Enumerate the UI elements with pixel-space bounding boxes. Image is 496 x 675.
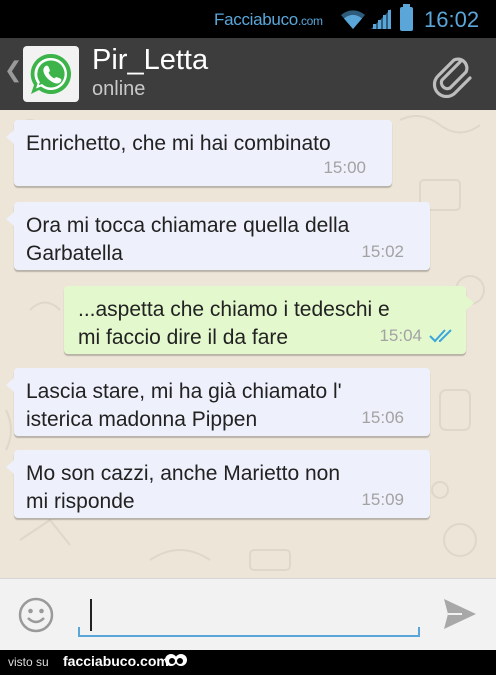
wifi-icon [341,10,365,29]
status-time: 16:02 [424,7,480,32]
chat-header: ❮ Pir_Letta online [0,38,496,110]
message-text: Ora mi tocca chiamare quella della Garba… [26,214,350,265]
chevron-left-icon[interactable]: ❮ [4,58,22,83]
status-brand-name: Facciabuco [214,10,298,29]
message-bubble[interactable]: Ora mi tocca chiamare quella della Garba… [6,202,430,270]
footer-site: facciabuco.com [63,653,169,669]
watermark-footer: visto su facciabuco.com [0,650,496,675]
message-text: ...aspetta che chiamo i tedeschi e mi fa… [78,298,390,349]
contact-status: online [92,78,146,100]
message-field[interactable] [78,591,420,637]
message-time: 15:02 [361,242,404,261]
message-bubble[interactable]: Enrichetto, che mi hai combinato 15:00 [6,120,392,186]
double-check-icon [429,329,452,343]
message-text: Enrichetto, che mi hai combinato [26,132,331,155]
chat-area[interactable]: Enrichetto, che mi hai combinato 15:00 O… [0,110,496,578]
footer-visto-su: visto su [8,655,49,669]
message-bubble[interactable]: Mo son cazzi, anche Marietto non mi risp… [6,450,430,518]
smiley-icon[interactable] [18,597,54,633]
message-time: 15:04 [379,326,422,345]
message-bubble[interactable]: ...aspetta che chiamo i tedeschi e mi fa… [64,286,474,354]
text-caret [90,599,92,631]
message-input[interactable] [84,599,404,629]
status-brand: Facciabuco.com [214,10,323,30]
avatar[interactable] [23,46,79,102]
paperclip-icon[interactable] [430,54,476,98]
composer-bar [0,578,496,650]
signal-icon [371,9,391,29]
whatsapp-icon [30,53,71,94]
message-time: 15:06 [361,408,404,427]
send-icon[interactable] [442,597,478,631]
message-time: 15:09 [361,490,404,509]
status-bar: Facciabuco.com 16:02 [0,0,496,38]
battery-icon [400,4,413,31]
eyes-logo-icon [165,654,187,666]
message-text: Lascia stare, mi ha già chiamato l' iste… [26,380,342,431]
contact-name[interactable]: Pir_Letta [92,44,208,77]
message-text: Mo son cazzi, anche Marietto non mi risp… [26,462,340,513]
message-bubble[interactable]: Lascia stare, mi ha già chiamato l' iste… [6,368,430,436]
message-time: 15:00 [323,158,366,177]
status-brand-suffix: .com [297,14,323,28]
